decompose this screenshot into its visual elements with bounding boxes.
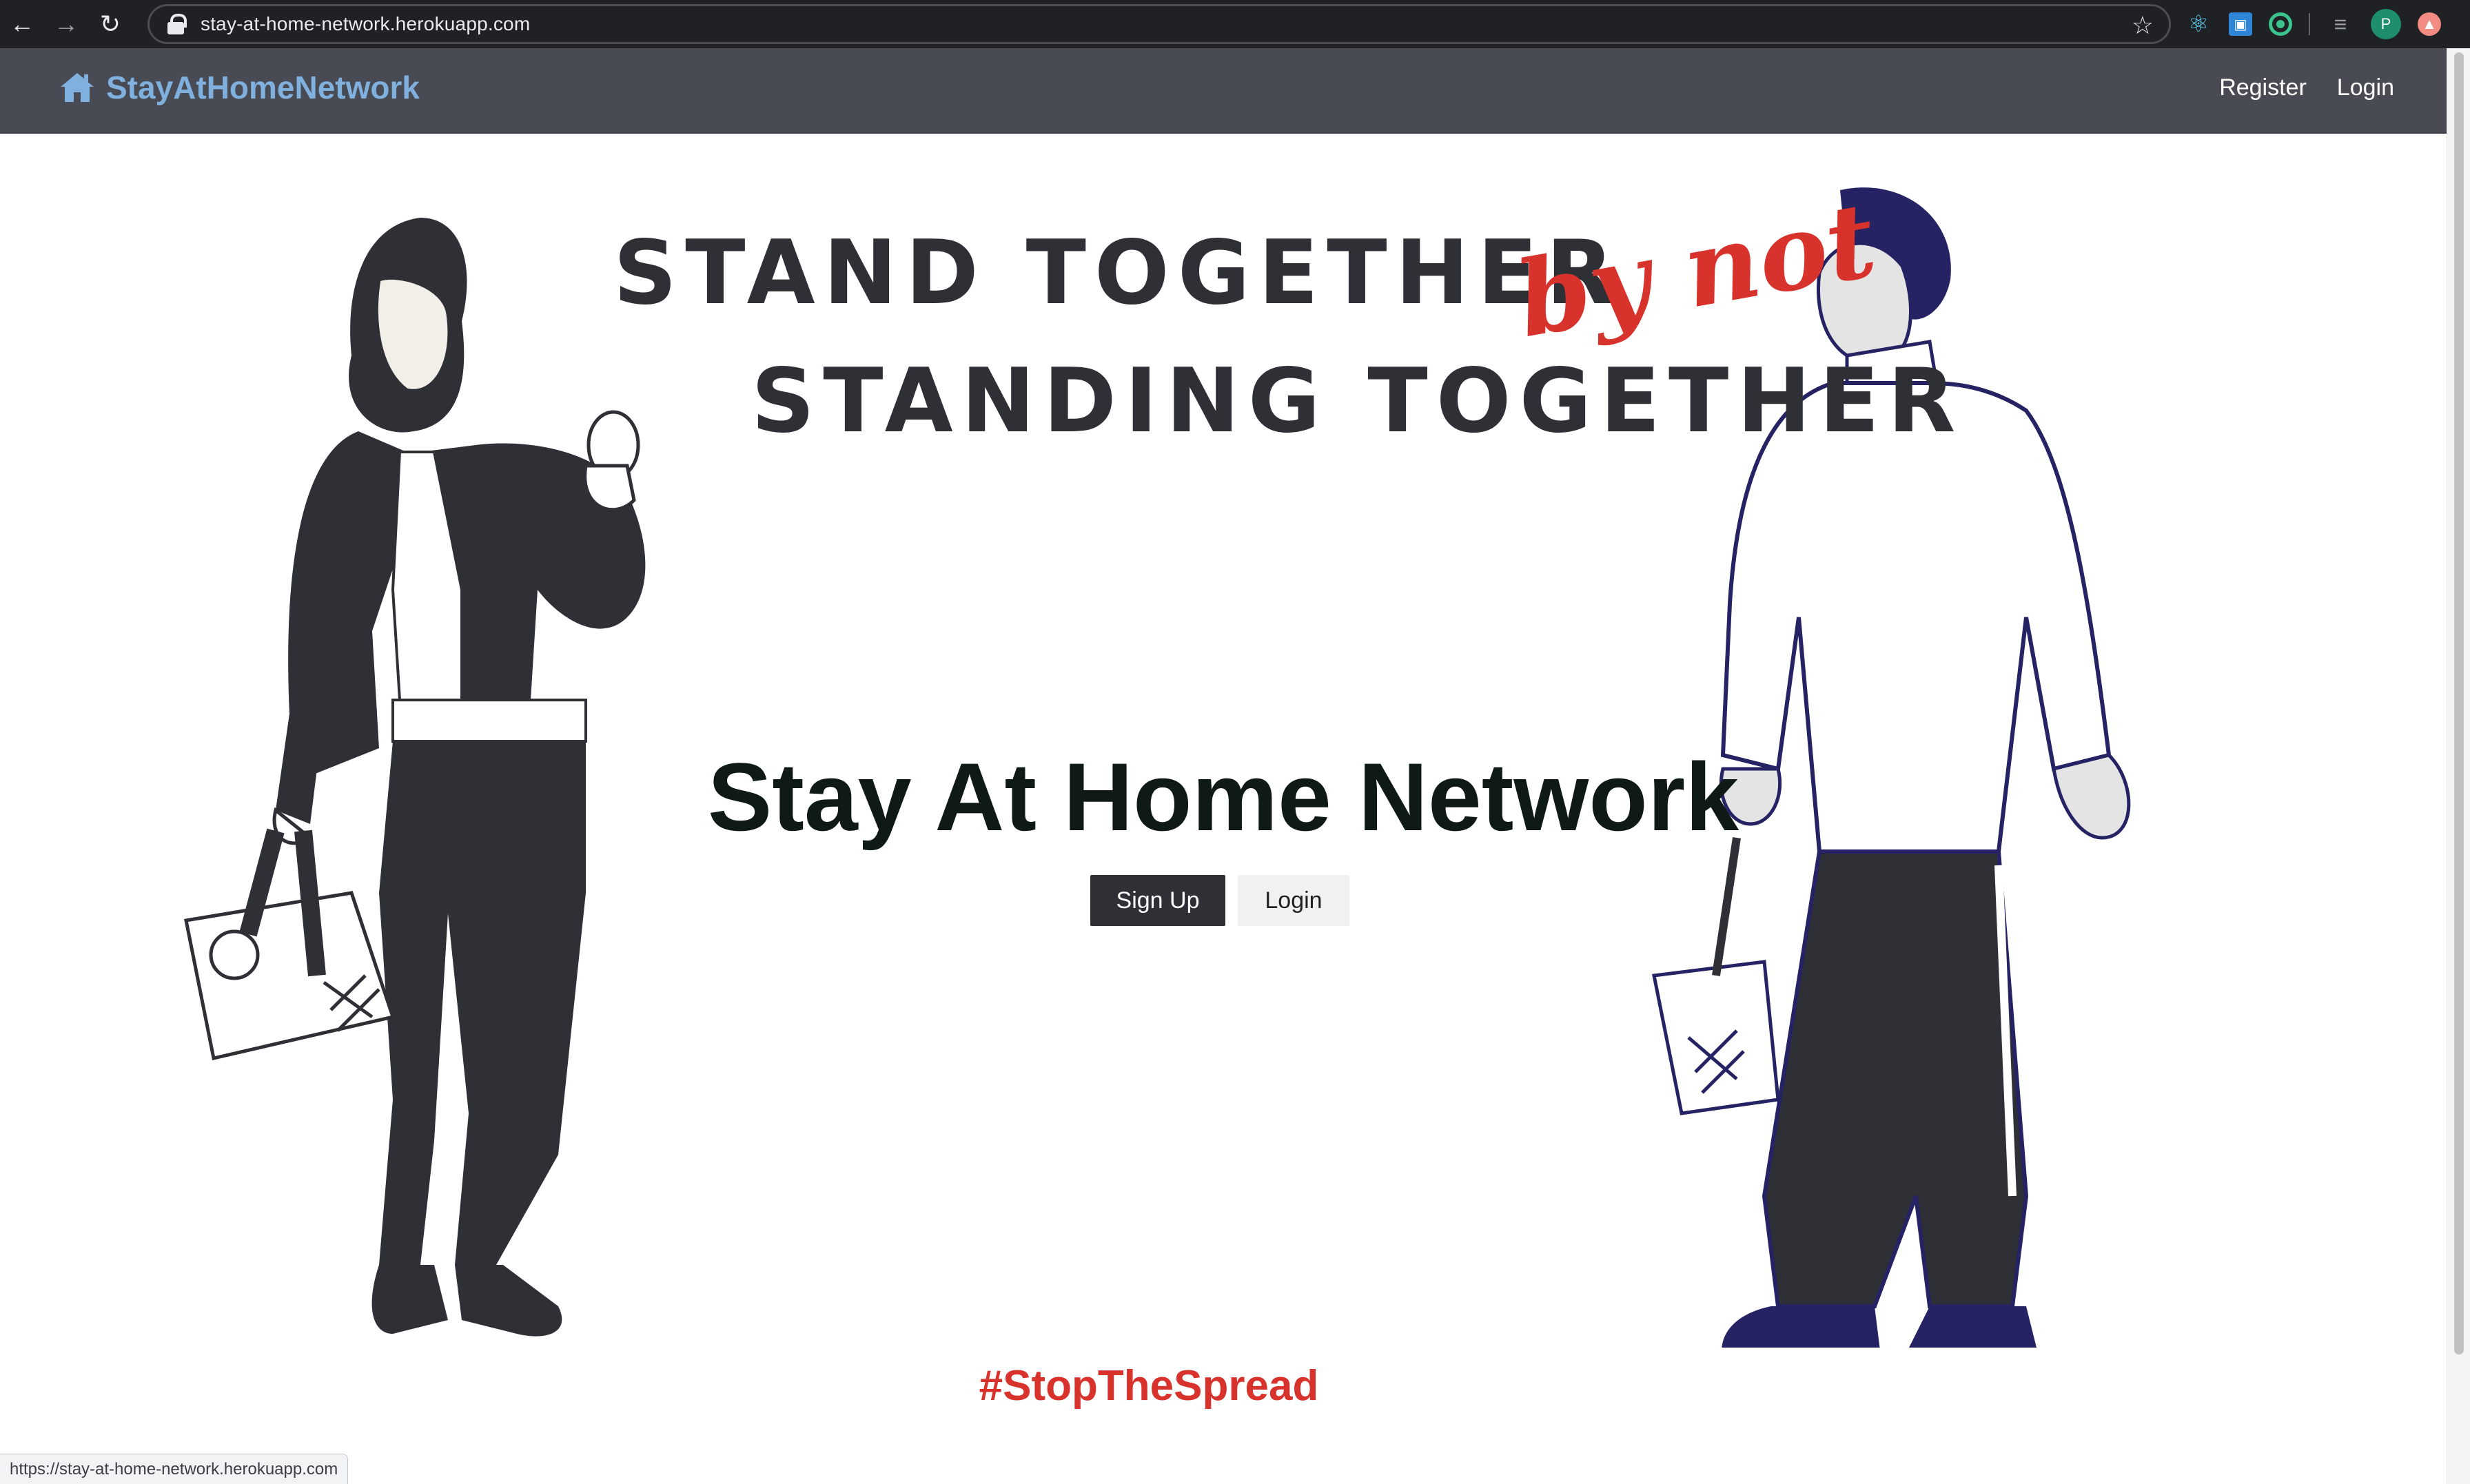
nav-links: Register Login [2219, 74, 2394, 101]
slogan-line-1: STAND TOGETHER [613, 222, 1622, 324]
extension-target-icon[interactable] [2269, 12, 2292, 36]
extension-shield-icon[interactable]: ▲ [2418, 12, 2441, 36]
slogan-line-2: STANDING TOGETHER [751, 350, 1964, 453]
nav-register-link[interactable]: Register [2219, 74, 2307, 101]
reload-icon[interactable]: ↻ [88, 0, 132, 48]
home-icon [61, 73, 94, 102]
brand-name: StayAtHomeNetwork [106, 70, 420, 105]
link-status-bubble: https://stay-at-home-network.herokuapp.c… [0, 1454, 349, 1484]
site-navbar: StayAtHomeNetwork Register Login [0, 48, 2447, 134]
forward-arrow-icon[interactable]: → [44, 0, 88, 48]
extension-window-icon[interactable]: ▣ [2229, 12, 2252, 36]
brand-link[interactable]: StayAtHomeNetwork [58, 69, 420, 106]
page-scrollbar[interactable] [2447, 48, 2470, 1484]
profile-avatar[interactable]: P [2371, 9, 2401, 39]
page-title: Stay At Home Network [707, 743, 1739, 851]
nav-login-link[interactable]: Login [2337, 74, 2394, 101]
toolbar-divider [2309, 13, 2310, 35]
login-button[interactable]: Login [1238, 875, 1349, 926]
media-control-icon[interactable]: ≡ [2327, 10, 2354, 38]
address-bar[interactable]: stay-at-home-network.herokuapp.com ☆ [147, 4, 2171, 44]
hero-section: STAND TOGETHER by not STANDING TOGETHER … [0, 135, 2447, 1484]
extensions-area: ⚛ ▣ ≡ P ▲ [2185, 0, 2441, 48]
scrollbar-thumb[interactable] [2454, 52, 2464, 1354]
hashtag-text: #StopTheSpread [979, 1362, 1319, 1410]
react-devtools-icon[interactable]: ⚛ [2185, 10, 2212, 38]
address-bar-url[interactable]: stay-at-home-network.herokuapp.com [201, 13, 530, 35]
browser-toolbar: ← → ↻ stay-at-home-network.herokuapp.com… [0, 0, 2470, 48]
sign-up-button[interactable]: Sign Up [1090, 875, 1225, 926]
back-arrow-icon[interactable]: ← [0, 0, 44, 48]
lock-icon[interactable] [167, 14, 187, 34]
cta-buttons: Sign Up Login [1090, 875, 1349, 926]
star-icon[interactable]: ☆ [2132, 12, 2154, 39]
